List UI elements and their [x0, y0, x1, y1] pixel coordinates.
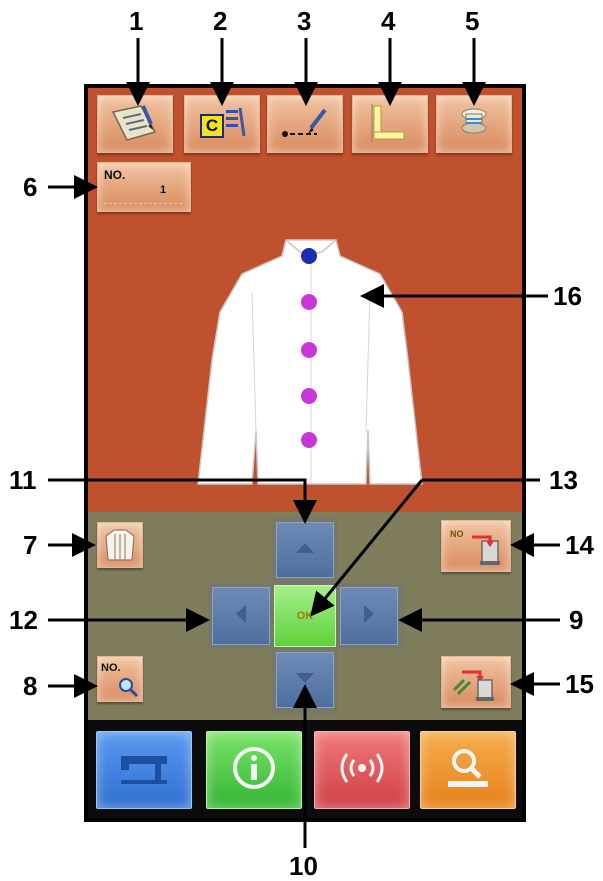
sewing-machine-icon: [115, 748, 173, 793]
button-marker-top: [301, 248, 317, 264]
callout-5: 5: [465, 6, 480, 36]
up-arrow-icon: [294, 541, 316, 560]
counter-button[interactable]: C: [184, 95, 260, 153]
callout-12: 12: [9, 605, 38, 635]
bobbin-winder-button[interactable]: [441, 656, 511, 708]
garment-shape-button[interactable]: [97, 522, 143, 568]
callout-9: 9: [569, 605, 584, 635]
magnifier-icon: [116, 675, 140, 699]
callout-8: 8: [23, 671, 38, 701]
right-arrow-button[interactable]: [340, 587, 398, 645]
callout-13: 13: [549, 465, 578, 495]
counter-letter: C: [200, 114, 224, 138]
callout-10: 10: [289, 851, 318, 881]
stitch-pencil-icon: [277, 104, 333, 144]
callout-7: 7: [23, 530, 38, 560]
data-edit-button[interactable]: [97, 95, 173, 153]
bobbin-button[interactable]: [436, 95, 512, 153]
callout-14: 14: [565, 530, 594, 560]
pattern-no-field: [104, 185, 182, 204]
sewing-machine-button[interactable]: [96, 731, 192, 809]
callout-4: 4: [381, 6, 396, 36]
shirt-icon: [104, 528, 136, 562]
pattern-no-label: NO.: [104, 168, 126, 182]
button-marker: [301, 432, 317, 448]
communication-button[interactable]: [314, 731, 410, 809]
right-arrow-icon: [362, 603, 376, 630]
callout-11: 11: [9, 465, 37, 495]
pattern-set-button[interactable]: NO: [441, 520, 511, 572]
button-marker: [301, 388, 317, 404]
l-shape-icon: [362, 102, 418, 146]
callout-3: 3: [297, 6, 312, 36]
pattern-no-value: 1: [160, 184, 167, 196]
information-icon: [229, 743, 279, 798]
callout-15: 15: [565, 669, 594, 699]
stitch-setting-button[interactable]: [267, 95, 343, 153]
bobbin-winder-icon: [448, 662, 504, 702]
callout-6: 6: [23, 172, 38, 202]
clipboard-pencil-icon: [107, 102, 163, 146]
communication-icon: [327, 748, 397, 793]
counter-icon: C: [198, 104, 246, 144]
pattern-search-button[interactable]: NO.: [97, 656, 143, 702]
down-arrow-button[interactable]: [276, 652, 334, 708]
left-arrow-button[interactable]: [212, 587, 270, 645]
bobbin-icon: [446, 102, 502, 146]
button-marker: [301, 342, 317, 358]
set-no-label: NO: [450, 529, 464, 539]
callout-16: 16: [553, 281, 582, 311]
ok-label: OK: [296, 610, 314, 622]
search-icon: [440, 745, 496, 796]
up-arrow-button[interactable]: [276, 522, 334, 578]
search-button[interactable]: [420, 731, 516, 809]
callout-2: 2: [213, 6, 228, 36]
information-button[interactable]: [206, 731, 302, 809]
ok-button[interactable]: OK: [274, 585, 336, 647]
button-marker: [301, 294, 317, 310]
search-no-label: NO.: [101, 662, 121, 674]
jacket-preview: [197, 239, 423, 485]
feed-setting-button[interactable]: [352, 95, 428, 153]
callout-1: 1: [129, 6, 144, 36]
down-arrow-icon: [294, 671, 316, 690]
pattern-no-button[interactable]: NO. 1: [97, 162, 191, 212]
left-arrow-icon: [234, 603, 248, 630]
thread-stand-icon: [468, 527, 508, 567]
